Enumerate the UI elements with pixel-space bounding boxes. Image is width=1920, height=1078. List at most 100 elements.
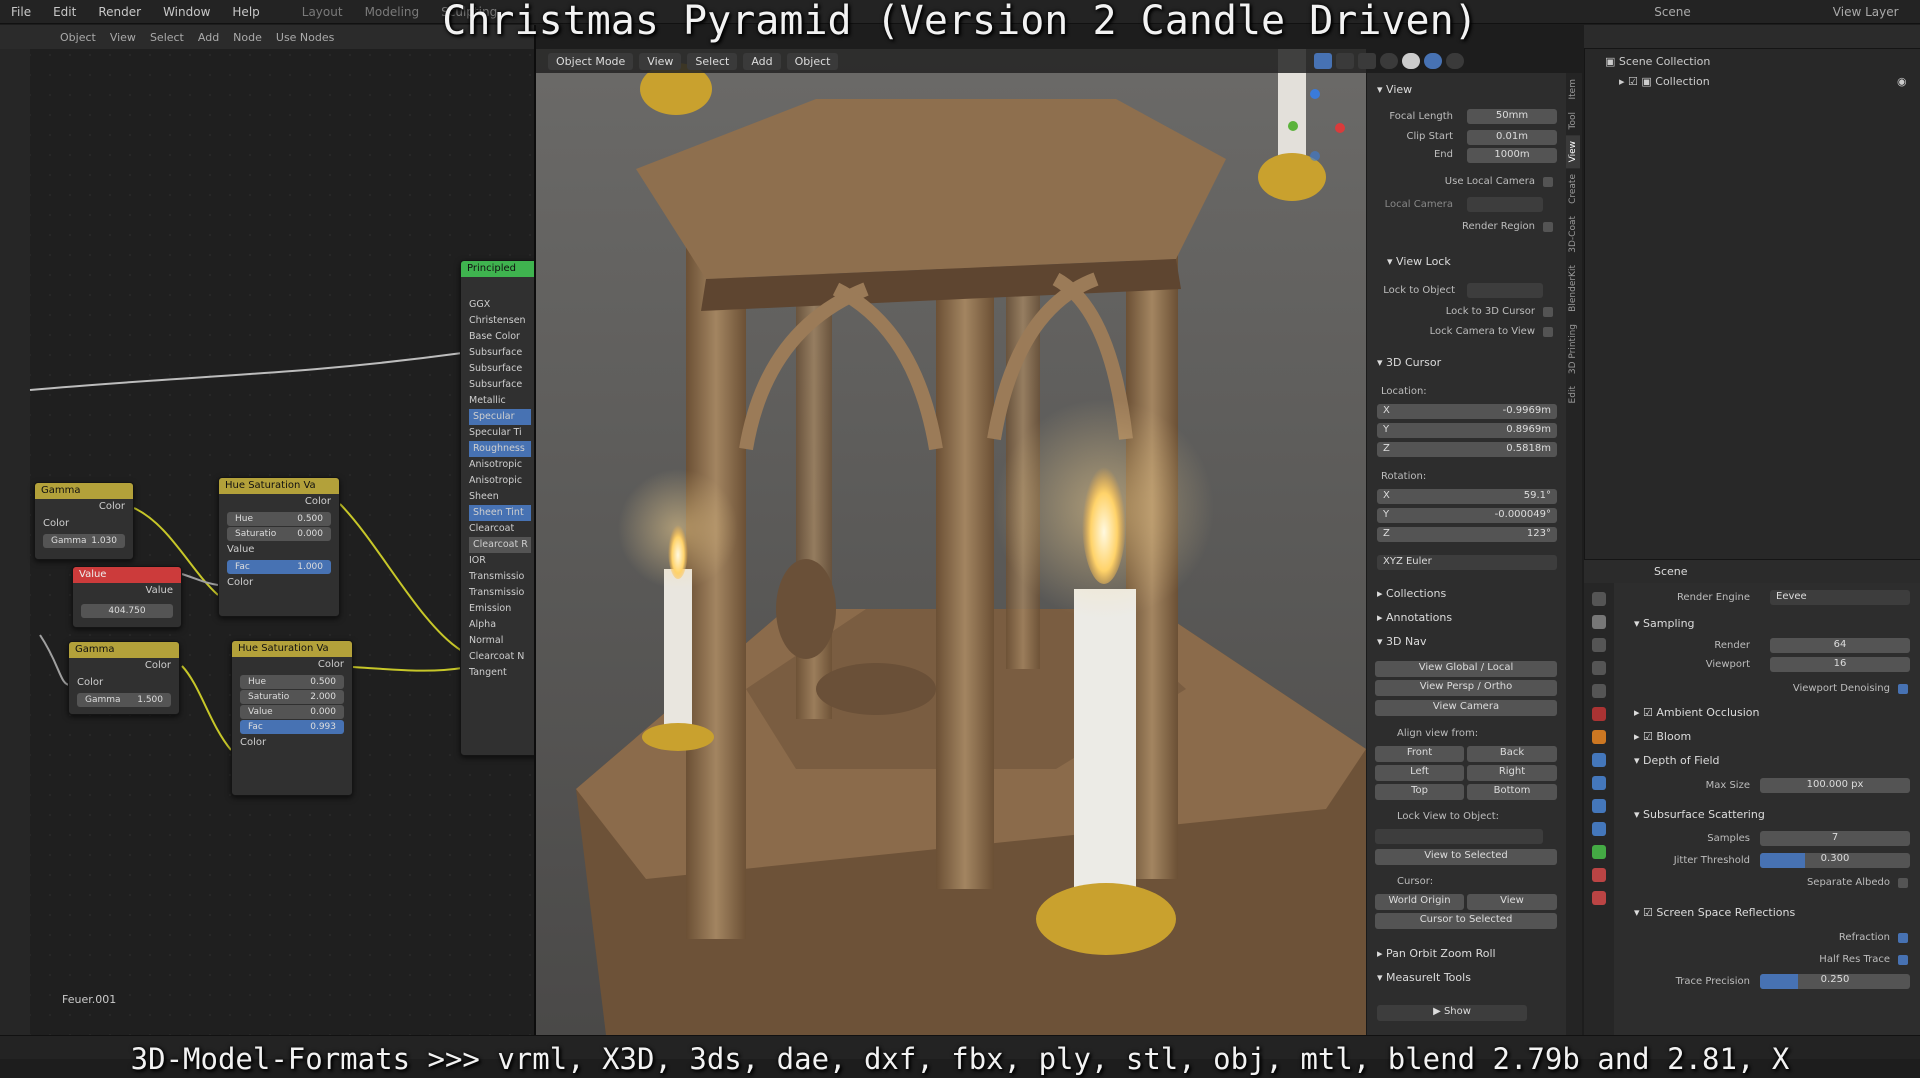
view-layer-icon[interactable]: [1592, 661, 1606, 675]
viewport-add-menu[interactable]: Add: [743, 52, 781, 70]
measureit-show-button[interactable]: ▶ Show: [1377, 1005, 1527, 1021]
3d-nav-section-header[interactable]: ▾ 3D Nav: [1367, 633, 1566, 651]
tab-view[interactable]: View: [1566, 134, 1580, 169]
principled-input-specular-tint[interactable]: Specular Ti: [461, 425, 534, 441]
gizmo-toggle-icon[interactable]: [1314, 53, 1333, 69]
physics-properties-icon[interactable]: [1592, 799, 1606, 813]
view-global-local-button[interactable]: View Global / Local: [1375, 661, 1557, 677]
bloom-section-header[interactable]: ▸ ☑ Bloom: [1624, 728, 1824, 746]
lock-view-object-field[interactable]: [1375, 829, 1543, 844]
principled-input-transmission[interactable]: Transmissio: [461, 569, 534, 585]
object-mode-dropdown[interactable]: Object Mode: [548, 52, 634, 70]
hue-saturation-node[interactable]: Hue Saturation Va Color Hue 0.500 Saturat…: [218, 477, 340, 617]
hsv-fac-field[interactable]: Fac 1.000: [227, 560, 331, 574]
gamma-node-2-gamma-field[interactable]: Gamma 1.500: [77, 693, 171, 707]
principled-input-emission[interactable]: Emission: [461, 601, 534, 617]
shading-material-icon[interactable]: [1424, 53, 1443, 69]
3d-cursor-section-header[interactable]: ▾ 3D Cursor: [1367, 354, 1566, 372]
cursor-y-field[interactable]: Y 0.8969m: [1377, 423, 1557, 438]
shading-wireframe-icon[interactable]: [1380, 53, 1399, 69]
viewport-denoising-checkbox[interactable]: [1898, 684, 1908, 694]
visibility-eye-icon[interactable]: ◉: [1897, 75, 1907, 88]
principled-input-subsurface-color[interactable]: Subsurface: [461, 377, 534, 393]
modifier-properties-icon[interactable]: [1592, 753, 1606, 767]
tab-tool[interactable]: Tool: [1566, 106, 1580, 135]
hue-saturation-node-2[interactable]: Hue Saturation Va Color Hue 0.500 Saturat…: [231, 640, 353, 796]
gamma-node-gamma-field[interactable]: Gamma 1.030: [43, 534, 125, 548]
cursor-x-field[interactable]: X -0.9969m: [1377, 404, 1557, 419]
separate-albedo-checkbox[interactable]: [1898, 878, 1908, 888]
overlay-toggle-icon[interactable]: [1336, 53, 1355, 69]
collections-section-header[interactable]: ▸ Collections: [1367, 585, 1566, 603]
tab-sculpting[interactable]: Sculpting: [430, 5, 508, 19]
cursor-rz-field[interactable]: Z 123°: [1377, 527, 1557, 542]
gamma-node[interactable]: Gamma Color Color Gamma 1.030: [34, 482, 134, 560]
principled-input-sheen-tint[interactable]: Sheen Tint: [469, 505, 531, 521]
viewport-object-menu[interactable]: Object: [786, 52, 839, 70]
align-back-button[interactable]: Back: [1467, 746, 1557, 762]
clip-end-field[interactable]: 1000m: [1467, 148, 1557, 163]
render-engine-dropdown[interactable]: Eevee: [1770, 590, 1910, 605]
principled-input-anisotropic[interactable]: Anisotropic: [461, 457, 534, 473]
hsv-saturation-field[interactable]: Saturatio 0.000: [227, 527, 331, 541]
hsv2-saturation-field[interactable]: Saturatio 2.000: [240, 690, 344, 704]
ssr-section-header[interactable]: ▾ ☑ Screen Space Reflections: [1624, 904, 1824, 922]
viewport-view-menu[interactable]: View: [639, 52, 682, 70]
tab-blenderkit[interactable]: BlenderKit: [1566, 259, 1580, 318]
align-top-button[interactable]: Top: [1375, 784, 1464, 800]
shading-rendered-icon[interactable]: [1446, 53, 1465, 69]
view-lock-section-header[interactable]: ▾ View Lock: [1377, 253, 1566, 271]
scene-properties-icon[interactable]: [1592, 684, 1606, 698]
view-persp-ortho-button[interactable]: View Persp / Ortho: [1375, 680, 1557, 696]
tab-item[interactable]: Item: [1566, 73, 1580, 106]
tool-settings-icon[interactable]: [1592, 592, 1606, 606]
world-origin-button[interactable]: World Origin: [1375, 894, 1464, 910]
tab-create[interactable]: Create: [1566, 168, 1580, 210]
principled-input-sheen[interactable]: Sheen: [461, 489, 534, 505]
principled-input-subsurface[interactable]: Subsurface: [461, 345, 534, 361]
lock-camera-checkbox[interactable]: [1543, 327, 1553, 337]
cursor-ry-field[interactable]: Y -0.000049°: [1377, 508, 1557, 523]
align-left-button[interactable]: Left: [1375, 765, 1464, 781]
lock-to-cursor-checkbox[interactable]: [1543, 307, 1553, 317]
cursor-to-selected-button[interactable]: Cursor to Selected: [1375, 913, 1557, 929]
hsv-hue-field[interactable]: Hue 0.500: [227, 512, 331, 526]
render-region-checkbox[interactable]: [1543, 222, 1553, 232]
sampling-section-header[interactable]: ▾ Sampling: [1624, 615, 1824, 633]
depth-of-field-section-header[interactable]: ▾ Depth of Field: [1624, 752, 1824, 770]
xray-toggle-icon[interactable]: [1358, 53, 1377, 69]
align-bottom-button[interactable]: Bottom: [1467, 784, 1557, 800]
principled-input-specular[interactable]: Specular: [469, 409, 531, 425]
pan-orbit-section-header[interactable]: ▸ Pan Orbit Zoom Roll: [1367, 945, 1566, 963]
material-properties-icon[interactable]: [1592, 868, 1606, 882]
align-right-button[interactable]: Right: [1467, 765, 1557, 781]
principled-input-tangent[interactable]: Tangent: [461, 665, 534, 681]
cursor-rx-field[interactable]: X 59.1°: [1377, 489, 1557, 504]
constraints-properties-icon[interactable]: [1592, 822, 1606, 836]
particles-properties-icon[interactable]: [1592, 776, 1606, 790]
3d-viewport[interactable]: [536, 49, 1366, 1035]
local-camera-field[interactable]: [1467, 197, 1543, 212]
value-node[interactable]: Value Value 404.750: [72, 566, 182, 628]
sss-samples-field[interactable]: 7: [1760, 831, 1910, 846]
annotations-section-header[interactable]: ▸ Annotations: [1367, 609, 1566, 627]
cursor-view-button[interactable]: View: [1467, 894, 1557, 910]
tab-edit[interactable]: Edit: [1566, 380, 1580, 409]
principled-input-normal[interactable]: Normal: [461, 633, 534, 649]
tab-3d-coat[interactable]: 3D-Coat: [1566, 210, 1580, 259]
output-properties-icon[interactable]: [1592, 638, 1606, 652]
principled-input-roughness[interactable]: Roughness: [469, 441, 531, 457]
hsv2-hue-field[interactable]: Hue 0.500: [240, 675, 344, 689]
world-properties-icon[interactable]: [1592, 707, 1606, 721]
principled-bsdf-node[interactable]: Principled GGX Christensen Base Color Su…: [460, 260, 534, 756]
principled-input-subsurface-method[interactable]: Christensen: [461, 313, 534, 329]
ambient-occlusion-section-header[interactable]: ▸ ☑ Ambient Occlusion: [1624, 704, 1824, 722]
render-samples-field[interactable]: 64: [1770, 638, 1910, 653]
menu-render[interactable]: Render: [87, 5, 152, 19]
principled-input-clearcoat-normal[interactable]: Clearcoat N: [461, 649, 534, 665]
gamma-node-2[interactable]: Gamma Color Color Gamma 1.500: [68, 641, 180, 715]
principled-input-anisotropic-rotation[interactable]: Anisotropic: [461, 473, 534, 489]
view-layer-selector[interactable]: View Layer: [1822, 5, 1910, 19]
tab-modeling[interactable]: Modeling: [354, 5, 431, 19]
value-node-field[interactable]: 404.750: [81, 604, 173, 618]
